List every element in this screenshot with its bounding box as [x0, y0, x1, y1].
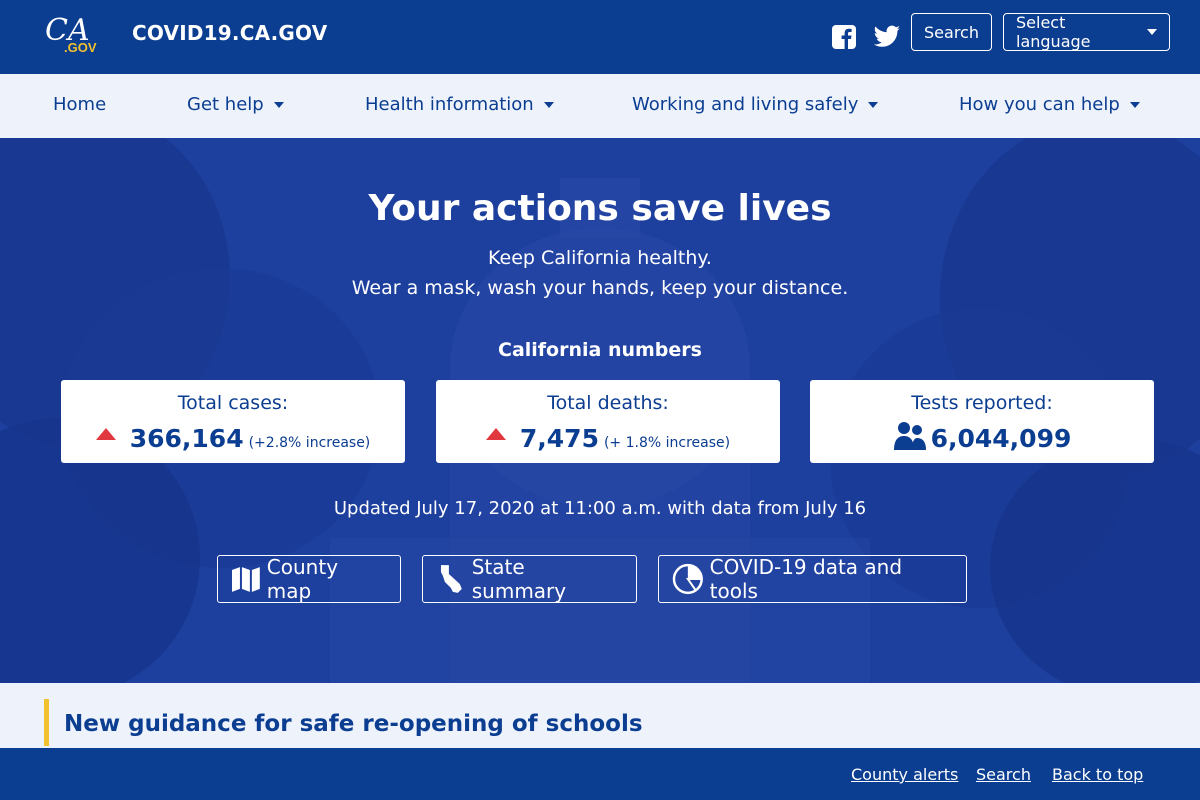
guidance-title-link[interactable]: New guidance for safe re-opening of scho…: [64, 711, 643, 737]
hero-section: Your actions save lives Keep California …: [0, 138, 1200, 683]
stat-value: 6,044,099: [930, 424, 1072, 453]
footer-link-back-to-top[interactable]: Back to top: [1052, 765, 1143, 784]
search-button[interactable]: Search: [911, 13, 992, 51]
people-icon: [893, 422, 926, 450]
twitter-icon[interactable]: [873, 24, 901, 50]
state-summary-button[interactable]: State summary: [422, 555, 637, 603]
svg-text:.GOV: .GOV: [64, 40, 97, 55]
nav-item-label: Get help: [187, 94, 264, 115]
county-map-button[interactable]: County map: [217, 555, 401, 603]
nav-item-home[interactable]: Home: [53, 94, 106, 115]
language-select-label: Select language: [1016, 13, 1091, 51]
map-icon: [231, 567, 260, 592]
chevron-down-icon: [1129, 101, 1140, 108]
stat-label: Total cases:: [177, 392, 289, 414]
nav-item-label: Home: [53, 94, 107, 115]
nav-item-label: Working and living safely: [632, 94, 859, 115]
triangle-up-icon: [485, 427, 506, 440]
ca-gov-logo[interactable]: CA .GOV: [44, 12, 104, 56]
site-title[interactable]: COVID19.CA.GOV: [132, 21, 327, 45]
search-button-label: Search: [924, 22, 979, 42]
footer: County alerts Search Back to top: [0, 748, 1200, 800]
triangle-up-icon: [95, 427, 116, 440]
chevron-down-icon: [543, 101, 554, 108]
stat-card-total-cases: Total cases: 366,164 (+2.8% increase): [61, 380, 405, 463]
nav-item-health-information[interactable]: Health information: [365, 94, 554, 115]
hero-title: Your actions save lives: [368, 188, 832, 229]
guidance-section: New guidance for safe re-opening of scho…: [0, 683, 1200, 748]
chevron-down-icon: [273, 101, 284, 108]
stat-change: (+2.8% increase): [248, 435, 371, 451]
nav-item-get-help[interactable]: Get help: [187, 94, 284, 115]
nav-item-label: Health information: [365, 94, 534, 115]
state-summary-label: State summary: [471, 555, 567, 603]
stat-card-tests-reported: Tests reported: 6,044,099: [810, 380, 1154, 463]
county-map-label: County map: [266, 555, 339, 603]
hero-tagline: Keep California healthy.: [488, 247, 712, 269]
covid-data-tools-button[interactable]: COVID-19 data and tools: [658, 555, 967, 603]
stat-card-total-deaths: Total deaths: 7,475 (+ 1.8% increase): [436, 380, 780, 463]
chevron-down-icon: [1147, 29, 1157, 35]
stat-value: 366,164: [129, 424, 244, 453]
stat-value: 7,475: [519, 424, 599, 453]
stat-label: Total deaths:: [547, 392, 669, 414]
stat-label: Tests reported:: [911, 392, 1053, 414]
nav-item-how-you-can-help[interactable]: How you can help: [959, 94, 1140, 115]
updated-timestamp: Updated July 17, 2020 at 11:00 a.m. with…: [333, 498, 867, 519]
language-select[interactable]: Select language: [1003, 13, 1170, 51]
hero-message: Wear a mask, wash your hands, keep your …: [351, 277, 849, 299]
guidance-accent-bar: [44, 699, 49, 746]
pie-chart-icon: [672, 563, 703, 595]
nav-item-working-living-safely[interactable]: Working and living safely: [632, 94, 879, 115]
top-header: CA .GOV COVID19.CA.GOV Search Select lan…: [0, 0, 1200, 74]
nav-item-label: How you can help: [959, 94, 1120, 115]
facebook-icon[interactable]: [831, 24, 857, 50]
main-nav: Home Get help Health information Working…: [0, 74, 1200, 138]
footer-link-search[interactable]: Search: [976, 765, 1031, 784]
covid-data-tools-label: COVID-19 data and tools: [709, 555, 903, 603]
footer-link-county-alerts[interactable]: County alerts: [851, 765, 958, 784]
california-icon: [440, 565, 462, 593]
chevron-down-icon: [868, 101, 879, 108]
stat-change: (+ 1.8% increase): [603, 435, 731, 451]
numbers-heading: California numbers: [498, 339, 702, 361]
